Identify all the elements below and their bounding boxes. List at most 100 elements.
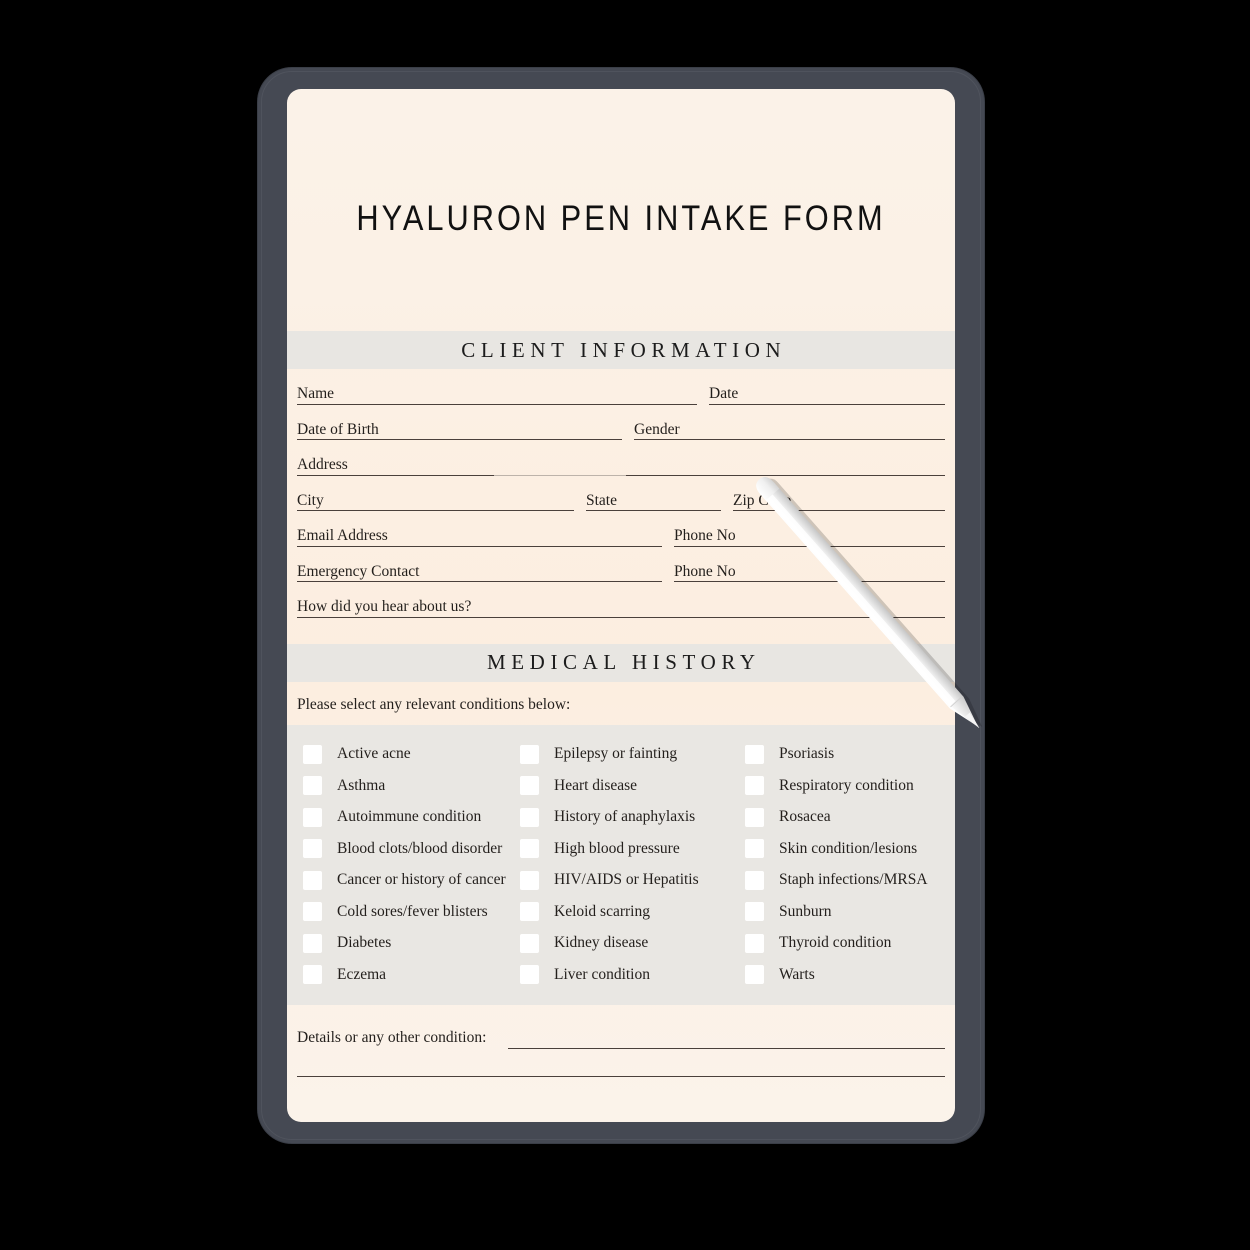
condition-item[interactable]: Rosacea bbox=[745, 802, 947, 834]
condition-item[interactable]: Blood clots/blood disorder bbox=[303, 833, 520, 865]
checkbox-icon[interactable] bbox=[745, 776, 764, 796]
checkbox-icon[interactable] bbox=[520, 902, 539, 922]
condition-label: Thyroid condition bbox=[779, 934, 892, 952]
checkbox-icon[interactable] bbox=[520, 807, 539, 827]
condition-label: Heart disease bbox=[554, 776, 638, 794]
form-row-referral: How did you hear about us? bbox=[297, 582, 945, 618]
condition-item[interactable]: Heart disease bbox=[520, 770, 745, 802]
checkbox-icon[interactable] bbox=[745, 744, 764, 764]
conditions-grid: Active acne Asthma Autoimmune condition … bbox=[287, 724, 955, 1005]
condition-label: Active acne bbox=[337, 745, 411, 763]
condition-label: Respiratory condition bbox=[779, 776, 914, 794]
field-phone-no[interactable]: Phone No bbox=[674, 521, 945, 547]
condition-item[interactable]: Skin condition/lesions bbox=[745, 833, 947, 865]
condition-item[interactable]: Kidney disease bbox=[520, 928, 745, 960]
field-gender[interactable]: Gender bbox=[634, 414, 945, 440]
section-header-client-information: CLIENT INFORMATION bbox=[287, 331, 955, 369]
condition-label: High blood pressure bbox=[554, 839, 680, 857]
condition-label: Cold sores/fever blisters bbox=[337, 902, 488, 920]
condition-item[interactable]: Respiratory condition bbox=[745, 770, 947, 802]
condition-item[interactable]: Keloid scarring bbox=[520, 896, 745, 928]
checkbox-icon[interactable] bbox=[303, 933, 322, 953]
checkbox-icon[interactable] bbox=[303, 776, 322, 796]
checkbox-icon[interactable] bbox=[745, 839, 764, 859]
conditions-column-3: Psoriasis Respiratory condition Rosacea … bbox=[745, 739, 947, 991]
condition-item[interactable]: Epilepsy or fainting bbox=[520, 739, 745, 771]
field-state[interactable]: State bbox=[586, 485, 721, 511]
checkbox-icon[interactable] bbox=[520, 744, 539, 764]
condition-label: Cancer or history of cancer bbox=[337, 871, 506, 889]
field-label-phone-no: Phone No bbox=[674, 527, 736, 544]
condition-item[interactable]: High blood pressure bbox=[520, 833, 745, 865]
field-address-line-2[interactable] bbox=[626, 450, 945, 476]
condition-item[interactable]: Active acne bbox=[303, 739, 520, 771]
details-input-line-2[interactable] bbox=[297, 1075, 945, 1077]
condition-label: Psoriasis bbox=[779, 745, 835, 763]
condition-item[interactable]: HIV/AIDS or Hepatitis bbox=[520, 865, 745, 897]
condition-item[interactable]: Sunburn bbox=[745, 896, 947, 928]
condition-label: Warts bbox=[779, 965, 815, 983]
field-label-gender: Gender bbox=[634, 420, 680, 438]
field-city[interactable]: City bbox=[297, 485, 574, 511]
field-address-gap[interactable] bbox=[494, 450, 626, 476]
checkbox-icon[interactable] bbox=[745, 807, 764, 827]
checkbox-icon[interactable] bbox=[303, 870, 322, 890]
condition-item[interactable]: Staph infections/MRSA bbox=[745, 865, 947, 897]
checkbox-icon[interactable] bbox=[303, 744, 322, 764]
details-row: Details or any other condition: bbox=[287, 1029, 955, 1049]
checkbox-icon[interactable] bbox=[745, 902, 764, 922]
checkbox-icon[interactable] bbox=[520, 870, 539, 890]
checkbox-icon[interactable] bbox=[520, 839, 539, 859]
section-header-medical-history-label: MEDICAL HISTORY bbox=[486, 650, 761, 674]
checkbox-icon[interactable] bbox=[745, 870, 764, 890]
field-emergency-contact[interactable]: Emergency Contact bbox=[297, 556, 662, 582]
condition-item[interactable]: Psoriasis bbox=[745, 739, 947, 771]
section-header-medical-history: MEDICAL HISTORY bbox=[287, 643, 955, 682]
checkbox-icon[interactable] bbox=[745, 933, 764, 953]
field-label-email-address: Email Address bbox=[297, 527, 388, 544]
field-label-zip-code: Zip Code bbox=[733, 491, 792, 509]
condition-item[interactable]: Asthma bbox=[303, 770, 520, 802]
condition-item[interactable]: Thyroid condition bbox=[745, 928, 947, 960]
condition-item[interactable]: Cancer or history of cancer bbox=[303, 865, 520, 897]
field-zip-code[interactable]: Zip Code bbox=[733, 485, 945, 511]
form-row-address: Address bbox=[297, 440, 945, 476]
checkbox-icon[interactable] bbox=[520, 776, 539, 796]
condition-label: Diabetes bbox=[337, 934, 392, 952]
condition-label: HIV/AIDS or Hepatitis bbox=[554, 871, 699, 889]
checkbox-icon[interactable] bbox=[745, 965, 764, 985]
condition-item[interactable]: Eczema bbox=[303, 959, 520, 991]
field-label-emergency-phone-no: Phone No bbox=[674, 562, 736, 580]
condition-label: Kidney disease bbox=[554, 934, 649, 952]
field-name[interactable]: Name bbox=[297, 379, 697, 405]
condition-item[interactable]: Liver condition bbox=[520, 959, 745, 991]
form-row-name-date: Name Date bbox=[297, 369, 945, 405]
field-how-did-you-hear[interactable]: How did you hear about us? bbox=[297, 592, 945, 618]
condition-item[interactable]: History of anaphylaxis bbox=[520, 802, 745, 834]
field-address[interactable]: Address bbox=[297, 450, 494, 476]
tablet-screen: HYALURON PEN INTAKE FORM CLIENT INFORMAT… bbox=[287, 89, 955, 1122]
field-email-address[interactable]: Email Address bbox=[297, 521, 662, 547]
form-row-city-state-zip: City State Zip Code bbox=[297, 476, 945, 511]
checkbox-icon[interactable] bbox=[303, 902, 322, 922]
checkbox-icon[interactable] bbox=[303, 807, 322, 827]
condition-item[interactable]: Warts bbox=[745, 959, 947, 991]
condition-item[interactable]: Cold sores/fever blisters bbox=[303, 896, 520, 928]
field-date[interactable]: Date bbox=[709, 379, 945, 405]
form-row-dob-gender: Date of Birth Gender bbox=[297, 405, 945, 440]
checkbox-icon[interactable] bbox=[303, 965, 322, 985]
condition-label: Liver condition bbox=[554, 965, 650, 983]
section-header-client-information-label: CLIENT INFORMATION bbox=[461, 337, 787, 362]
field-emergency-phone-no[interactable]: Phone No bbox=[674, 556, 945, 582]
checkbox-icon[interactable] bbox=[520, 965, 539, 985]
condition-item[interactable]: Diabetes bbox=[303, 928, 520, 960]
checkbox-icon[interactable] bbox=[520, 933, 539, 953]
details-input-line-1[interactable] bbox=[508, 1047, 945, 1049]
conditions-column-1: Active acne Asthma Autoimmune condition … bbox=[295, 739, 520, 991]
checkbox-icon[interactable] bbox=[303, 839, 322, 859]
condition-label: Staph infections/MRSA bbox=[779, 871, 928, 889]
conditions-column-2: Epilepsy or fainting Heart disease Histo… bbox=[520, 739, 745, 991]
condition-label: Asthma bbox=[337, 776, 386, 794]
condition-item[interactable]: Autoimmune condition bbox=[303, 802, 520, 834]
field-date-of-birth[interactable]: Date of Birth bbox=[297, 414, 622, 440]
